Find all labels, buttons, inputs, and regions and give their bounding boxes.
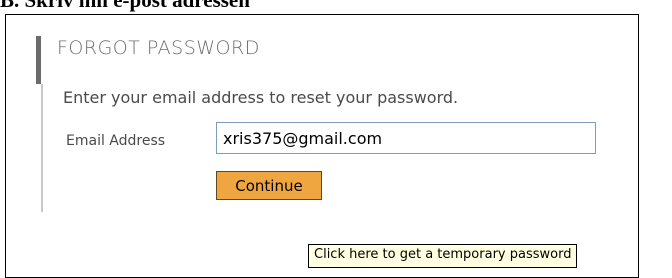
forgot-password-panel: FORGOT PASSWORD Enter your email address… <box>5 14 639 278</box>
instruction-text: Enter your email address to reset your p… <box>63 88 459 107</box>
document-caption: B. Skriv inn e-post adressen <box>0 0 250 12</box>
email-label: Email Address <box>66 133 166 149</box>
tooltip: Click here to get a temporary password <box>308 244 578 268</box>
continue-button[interactable]: Continue <box>216 171 322 200</box>
email-field[interactable] <box>216 122 596 154</box>
accent-bar <box>36 36 41 84</box>
page-title: FORGOT PASSWORD <box>57 37 260 59</box>
vertical-divider <box>41 84 43 212</box>
